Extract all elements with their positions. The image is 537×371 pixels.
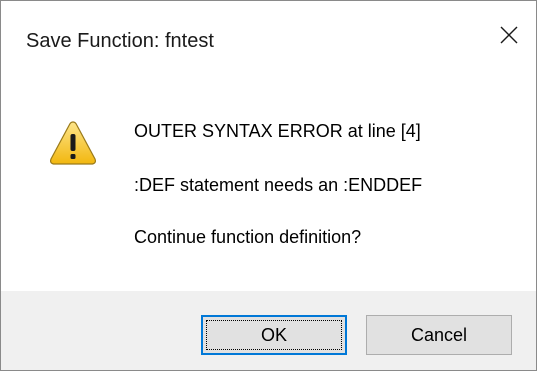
cancel-button-label: Cancel <box>410 324 468 345</box>
window-title: Save Function: fntest <box>26 30 214 52</box>
button-bar: OK Cancel <box>1 291 536 370</box>
ok-button[interactable]: OK <box>201 315 347 355</box>
close-button[interactable] <box>482 15 536 59</box>
confirmation-question: Continue function definition? <box>134 227 362 247</box>
close-icon <box>499 25 519 50</box>
error-detail-line: :DEF statement needs an :ENDDEF <box>134 175 423 195</box>
cancel-button[interactable]: Cancel <box>366 315 512 355</box>
dialog-content: OUTER SYNTAX ERROR at line [4] :DEF stat… <box>1 81 536 291</box>
message-dialog: Save Function: fntest OUTER SYNTAX ERROR… <box>0 0 537 371</box>
error-message-line: OUTER SYNTAX ERROR at line [4] <box>134 121 421 141</box>
title-bar: Save Function: fntest <box>1 1 536 81</box>
warning-icon <box>48 119 98 167</box>
ok-button-label: OK <box>260 324 287 345</box>
